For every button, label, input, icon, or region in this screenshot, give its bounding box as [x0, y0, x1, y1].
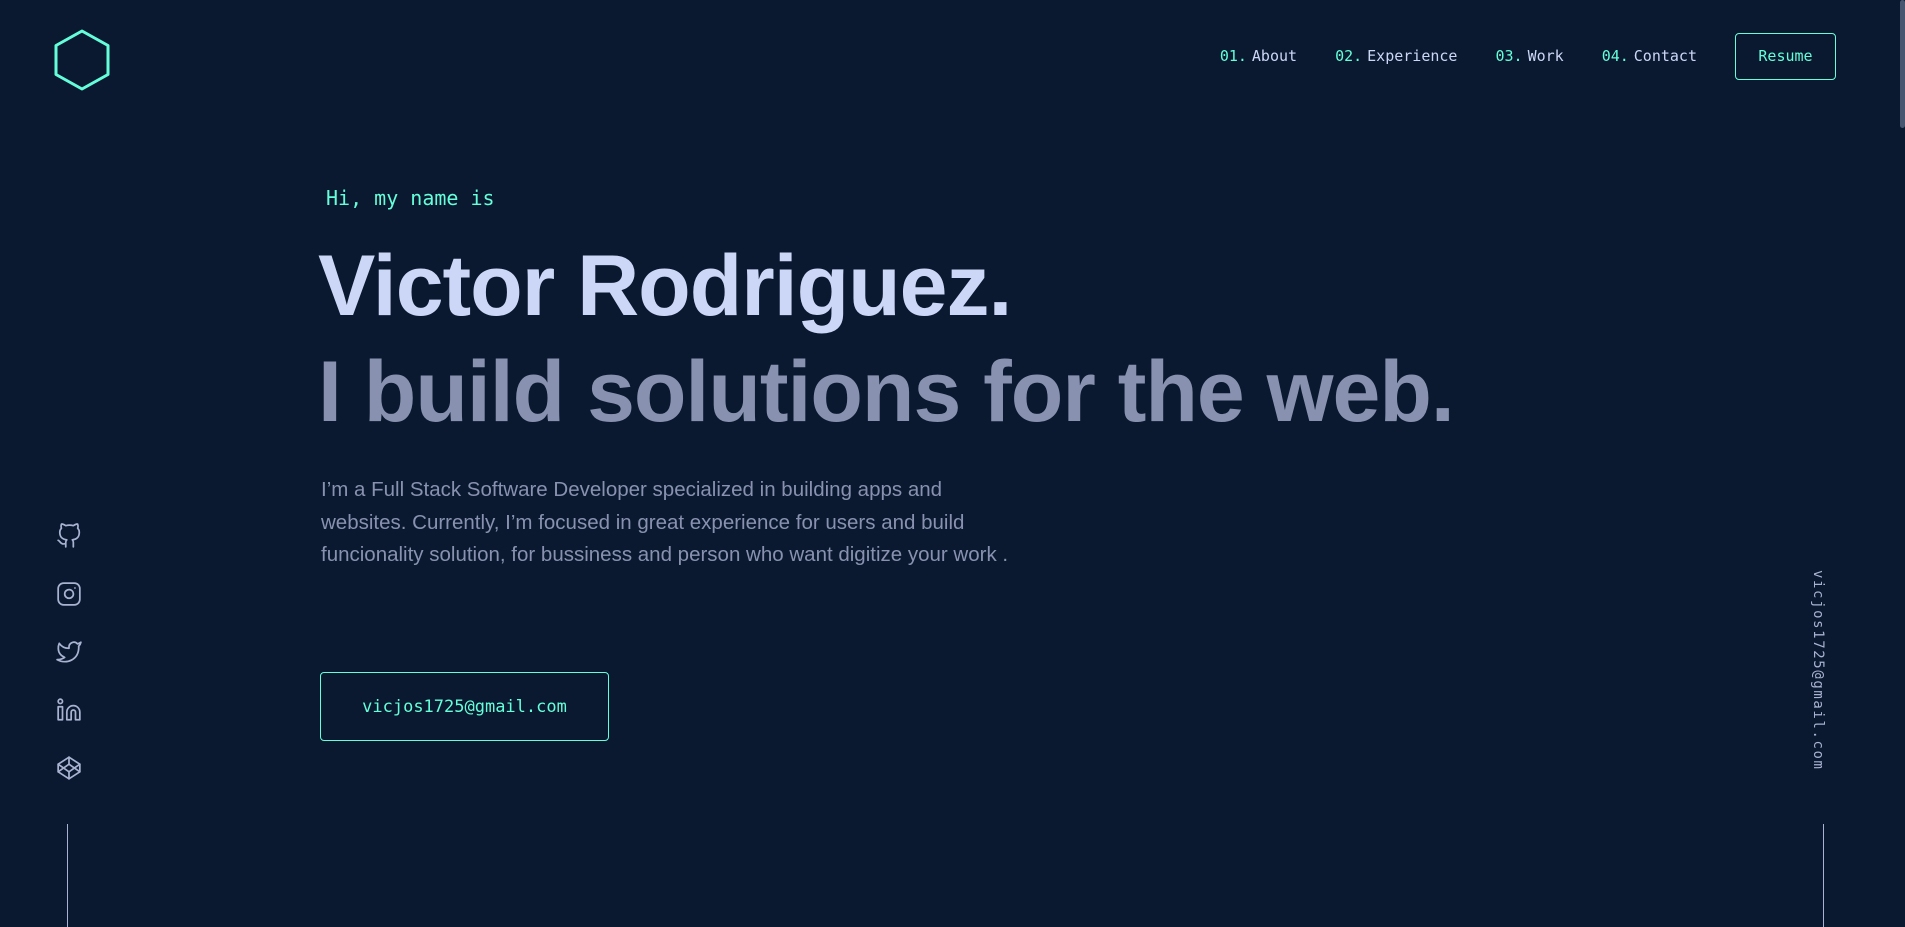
side-email-link[interactable]: vicjos1725@gmail.com: [1810, 570, 1826, 771]
nav-item-number: 04.: [1601, 47, 1629, 65]
codepen-icon[interactable]: [56, 755, 82, 781]
nav-item-number: 01.: [1219, 47, 1247, 65]
twitter-icon[interactable]: [56, 639, 82, 665]
nav-item-label: About: [1251, 47, 1298, 65]
main-nav: 01. About 02. Experience 03. Work 04. Contac…: [1220, 32, 1836, 80]
scrollbar-thumb[interactable]: [1900, 0, 1905, 128]
instagram-icon[interactable]: [56, 581, 82, 607]
social-sidebar: [56, 523, 82, 813]
nav-item-number: 02.: [1335, 47, 1363, 65]
nav-item-experience[interactable]: 02. Experience: [1335, 47, 1457, 65]
nav-item-label: Work: [1527, 47, 1564, 65]
nav-item-label: Experience: [1367, 47, 1458, 65]
nav-item-label: Contact: [1633, 47, 1697, 65]
hero-tagline: I build solutions for the web.: [318, 344, 1455, 440]
right-vertical-line: [1823, 824, 1824, 927]
github-icon[interactable]: [56, 523, 82, 549]
hexagon-logo-icon[interactable]: [52, 28, 112, 92]
hero-name: Victor Rodriguez.: [318, 238, 1012, 334]
hero-bio: I’m a Full Stack Software Developer spec…: [321, 478, 1009, 566]
linkedin-icon[interactable]: [56, 697, 82, 723]
nav-item-number: 03.: [1495, 47, 1523, 65]
nav-item-work[interactable]: 03. Work: [1495, 47, 1563, 65]
left-vertical-line: [67, 824, 68, 927]
nav-item-contact[interactable]: 04. Contact: [1602, 47, 1697, 65]
hero-intro: Hi, my name is: [326, 186, 495, 210]
email-cta-button[interactable]: vicjos1725@gmail.com: [320, 672, 609, 741]
resume-button[interactable]: Resume: [1735, 32, 1836, 80]
nav-item-about[interactable]: 01. About: [1220, 47, 1297, 65]
